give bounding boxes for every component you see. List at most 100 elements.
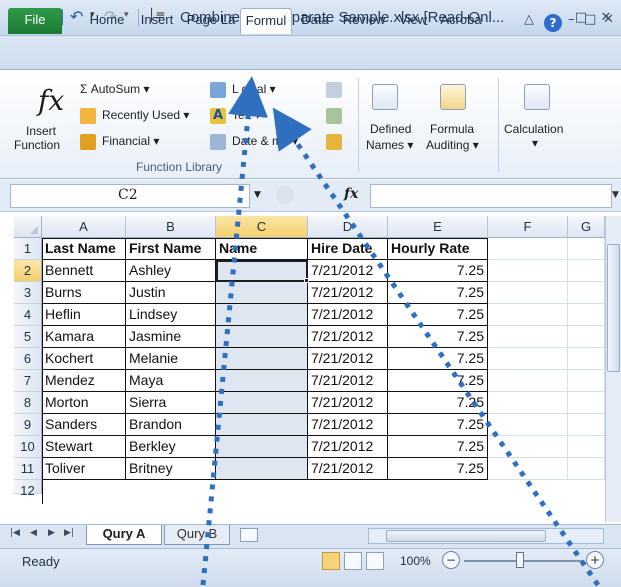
table-cell[interactable]: Morton bbox=[42, 392, 126, 414]
empty-cell[interactable] bbox=[568, 414, 605, 436]
table-cell[interactable]: 7/21/2012 bbox=[308, 458, 388, 480]
table-cell[interactable]: 7.25 bbox=[388, 348, 488, 370]
empty-cell[interactable] bbox=[568, 282, 605, 304]
horizontal-scroll-thumb[interactable] bbox=[386, 530, 546, 542]
next-sheet-icon[interactable]: ▶ bbox=[48, 528, 55, 538]
tab-review[interactable]: Review bbox=[338, 8, 390, 34]
zoom-slider-thumb[interactable] bbox=[516, 552, 524, 568]
row-header-3[interactable]: 3 bbox=[14, 282, 42, 304]
table-cell[interactable]: Berkley bbox=[126, 436, 216, 458]
empty-cell[interactable] bbox=[488, 260, 568, 282]
tab-data[interactable]: Data bbox=[296, 8, 334, 34]
column-header-f[interactable]: F bbox=[488, 216, 568, 238]
fill-handle[interactable] bbox=[304, 278, 309, 283]
tab-file[interactable]: File bbox=[8, 8, 62, 34]
table-cell[interactable]: Ashley bbox=[126, 260, 216, 282]
name-cell[interactable] bbox=[216, 326, 308, 348]
tab-view[interactable]: View bbox=[394, 8, 432, 34]
table-cell[interactable]: 7/21/2012 bbox=[308, 370, 388, 392]
table-cell[interactable]: Jasmine bbox=[126, 326, 216, 348]
zoom-in-button[interactable]: + bbox=[586, 551, 604, 569]
empty-cell[interactable] bbox=[488, 348, 568, 370]
page-break-view-button[interactable] bbox=[366, 552, 384, 570]
recently-used-button[interactable]: Recently Used ▾ bbox=[102, 108, 189, 122]
table-cell[interactable]: 7.25 bbox=[388, 326, 488, 348]
formula-auditing-label-2[interactable]: Auditing ▾ bbox=[426, 138, 479, 152]
first-sheet-icon[interactable]: |◀ bbox=[10, 528, 20, 538]
name-cell[interactable] bbox=[216, 260, 308, 282]
table-cell[interactable]: 7/21/2012 bbox=[308, 392, 388, 414]
empty-cell[interactable] bbox=[568, 392, 605, 414]
header-cell[interactable]: Last Name bbox=[42, 238, 126, 260]
row-header-4[interactable]: 4 bbox=[14, 304, 42, 326]
table-cell[interactable]: 7/21/2012 bbox=[308, 348, 388, 370]
table-cell[interactable]: 7.25 bbox=[388, 370, 488, 392]
table-cell[interactable]: 7/21/2012 bbox=[308, 260, 388, 282]
tab-formulas[interactable]: Formul bbox=[240, 8, 292, 34]
calculation-icon[interactable] bbox=[524, 84, 550, 110]
table-cell[interactable]: 7.25 bbox=[388, 458, 488, 480]
minimize-ribbon-icon[interactable]: △ bbox=[524, 12, 534, 27]
more-functions-icon[interactable] bbox=[326, 134, 342, 150]
table-cell[interactable]: Kochert bbox=[42, 348, 126, 370]
tab-page-layout[interactable]: Page Lá bbox=[186, 8, 236, 34]
empty-cell[interactable] bbox=[568, 436, 605, 458]
workbook-close-button[interactable]: ✕ bbox=[603, 12, 614, 27]
row-header-8[interactable]: 8 bbox=[14, 392, 42, 414]
table-cell[interactable]: Maya bbox=[126, 370, 216, 392]
name-cell[interactable] bbox=[216, 414, 308, 436]
row-header-12[interactable]: 12 bbox=[14, 480, 42, 498]
name-cell[interactable] bbox=[216, 392, 308, 414]
table-cell[interactable]: Melanie bbox=[126, 348, 216, 370]
formula-auditing-icon[interactable] bbox=[440, 84, 466, 110]
table-cell[interactable]: Britney bbox=[126, 458, 216, 480]
calculation-dropdown-icon[interactable]: ▾ bbox=[532, 136, 538, 150]
row-header-11[interactable]: 11 bbox=[14, 458, 42, 480]
zoom-out-button[interactable]: − bbox=[442, 551, 460, 569]
column-header-e[interactable]: E bbox=[388, 216, 488, 238]
name-cell[interactable] bbox=[216, 458, 308, 480]
column-header-d[interactable]: D bbox=[308, 216, 388, 238]
formula-input[interactable] bbox=[370, 184, 612, 208]
tab-home[interactable]: Home bbox=[86, 8, 128, 34]
calculation-label[interactable]: Calculation bbox=[504, 122, 563, 136]
empty-cell[interactable] bbox=[568, 370, 605, 392]
table-cell[interactable]: 7/21/2012 bbox=[308, 282, 388, 304]
empty-cell[interactable] bbox=[568, 304, 605, 326]
name-cell[interactable] bbox=[216, 304, 308, 326]
text-button[interactable]: Te t ▾ bbox=[232, 108, 261, 122]
header-cell[interactable]: First Name bbox=[126, 238, 216, 260]
name-cell[interactable] bbox=[216, 370, 308, 392]
insert-function-icon[interactable]: fx bbox=[38, 84, 64, 117]
empty-cell[interactable] bbox=[488, 304, 568, 326]
date-time-button[interactable]: Date & me ▾ bbox=[232, 134, 298, 148]
header-cell[interactable]: Hire Date bbox=[308, 238, 388, 260]
sheet-tab-qury-a[interactable]: Qury A bbox=[86, 525, 162, 545]
tab-insert[interactable]: Insert bbox=[134, 8, 180, 34]
table-cell[interactable]: Sierra bbox=[126, 392, 216, 414]
empty-cell[interactable] bbox=[488, 326, 568, 348]
table-cell[interactable]: 7/21/2012 bbox=[308, 326, 388, 348]
defined-names-icon[interactable] bbox=[372, 84, 398, 110]
workbook-minimize-button[interactable]: – bbox=[568, 12, 575, 27]
math-trig-icon[interactable] bbox=[326, 108, 342, 124]
zoom-level[interactable]: 100% bbox=[400, 554, 431, 568]
logical-button[interactable]: L gical ▾ bbox=[232, 82, 276, 96]
row-header-9[interactable]: 9 bbox=[14, 414, 42, 436]
table-cell[interactable]: 7.25 bbox=[388, 414, 488, 436]
header-cell[interactable]: Name bbox=[216, 238, 308, 260]
row-header-5[interactable]: 5 bbox=[14, 326, 42, 348]
column-header-g[interactable]: G bbox=[568, 216, 605, 238]
empty-cell[interactable] bbox=[488, 282, 568, 304]
empty-cell[interactable] bbox=[568, 238, 605, 260]
expand-formula-bar-icon[interactable]: ▼ bbox=[612, 190, 619, 200]
select-all-corner[interactable] bbox=[14, 216, 42, 238]
empty-cell[interactable] bbox=[568, 326, 605, 348]
column-header-c[interactable]: C bbox=[216, 216, 308, 238]
insert-function-label-2[interactable]: Function bbox=[14, 138, 60, 152]
prev-sheet-icon[interactable]: ◀ bbox=[30, 528, 37, 538]
table-cell[interactable]: 7.25 bbox=[388, 304, 488, 326]
zoom-slider[interactable] bbox=[464, 560, 584, 562]
last-sheet-icon[interactable]: ▶| bbox=[64, 528, 74, 538]
table-cell[interactable]: Kamara bbox=[42, 326, 126, 348]
